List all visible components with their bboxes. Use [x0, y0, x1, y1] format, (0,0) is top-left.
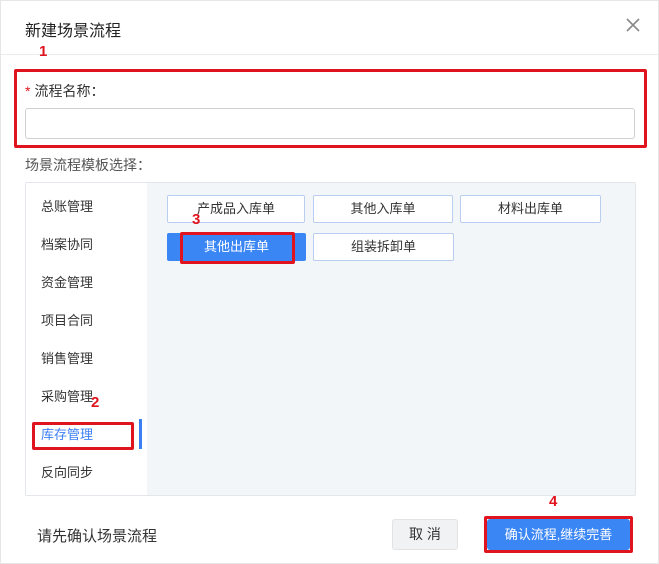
flow-name-input[interactable] — [25, 108, 635, 139]
confirm-continue-button[interactable]: 确认流程,继续完善 — [487, 519, 630, 550]
template-select-label: 场景流程模板选择： — [25, 157, 151, 173]
cancel-button[interactable]: 取 消 — [392, 519, 458, 550]
sidebar-item-funds[interactable]: 资金管理 — [26, 264, 147, 302]
close-icon[interactable] — [623, 15, 643, 35]
footer-message: 请先确认场景流程 — [37, 528, 158, 545]
sidebar-item-sales[interactable]: 销售管理 — [26, 340, 147, 378]
template-panel: 总账管理 档案协同 资金管理 项目合同 销售管理 采购管理 库存管理 反向同步 … — [25, 182, 636, 496]
annotation-step-4: 4 — [549, 493, 558, 510]
create-scene-flow-dialog: 新建场景流程 1 * 流程名称： 场景流程模板选择： 总账管理 档案协同 资金管理… — [0, 0, 659, 564]
required-mark: * — [25, 83, 31, 99]
template-other-receipt[interactable]: 其他入库单 — [313, 195, 453, 223]
sidebar-item-inventory[interactable]: 库存管理 — [26, 416, 147, 454]
category-sidebar: 总账管理 档案协同 资金管理 项目合同 销售管理 采购管理 库存管理 反向同步 — [26, 183, 147, 495]
dialog-header: 新建场景流程 — [1, 1, 658, 55]
flow-name-label: * 流程名称： — [25, 81, 104, 101]
sidebar-item-reverse-sync[interactable]: 反向同步 — [26, 454, 147, 492]
template-material-issue[interactable]: 材料出库单 — [460, 195, 601, 223]
sidebar-active-indicator — [139, 419, 142, 449]
annotation-step-3: 3 — [192, 211, 201, 228]
sidebar-item-project-contract[interactable]: 项目合同 — [26, 302, 147, 340]
sidebar-item-archive-collab[interactable]: 档案协同 — [26, 226, 147, 264]
flow-name-label-text: 流程名称： — [34, 83, 105, 99]
template-finished-goods-receipt[interactable]: 产成品入库单 — [167, 195, 305, 223]
template-assembly-disassembly[interactable]: 组装拆卸单 — [313, 233, 454, 261]
template-other-issue[interactable]: 其他出库单 — [167, 233, 306, 261]
sidebar-item-purchase[interactable]: 采购管理 — [26, 378, 147, 416]
sidebar-item-general-ledger[interactable]: 总账管理 — [26, 188, 147, 226]
annotation-step-2: 2 — [91, 394, 100, 411]
annotation-step-1: 1 — [39, 43, 48, 60]
dialog-title: 新建场景流程 — [25, 23, 122, 40]
